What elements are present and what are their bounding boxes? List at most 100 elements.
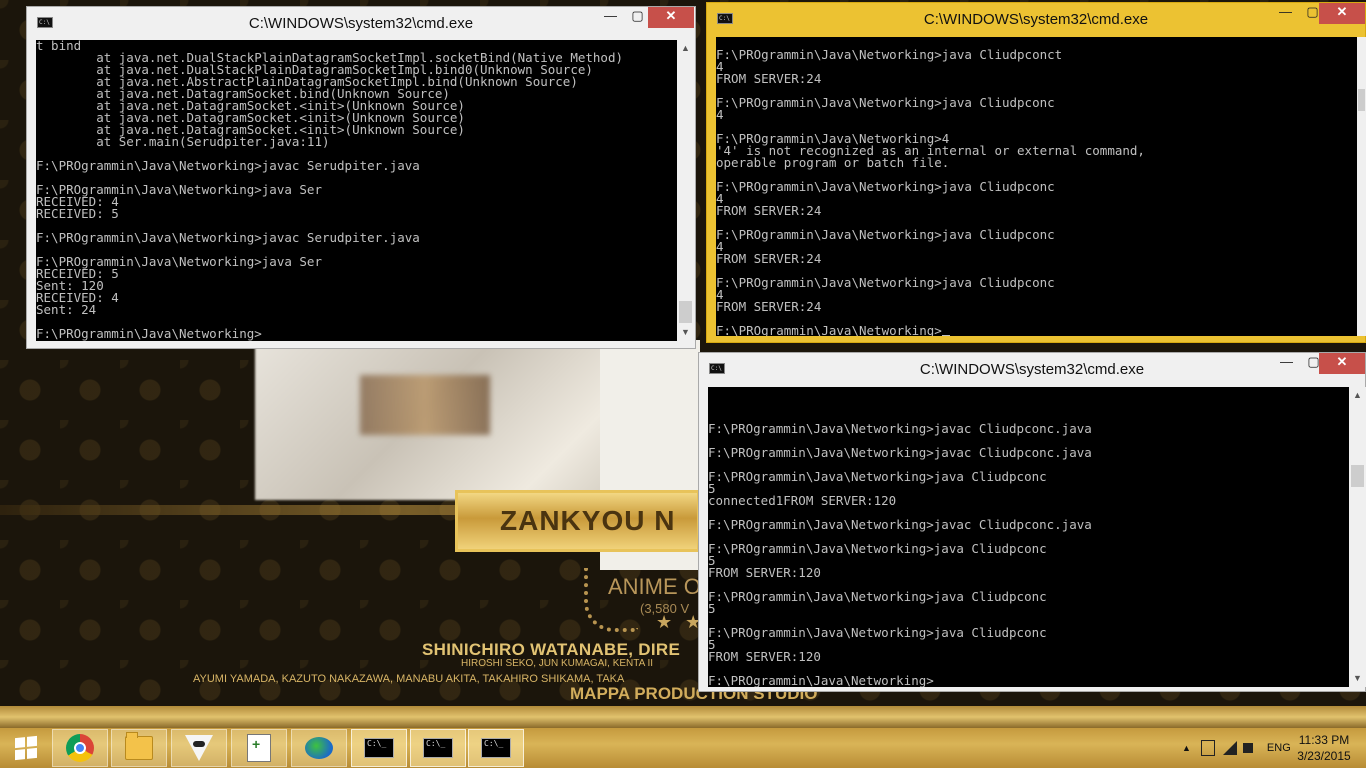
console-line: F:\PROgrammin\Java\Networking>java Cliud… bbox=[708, 625, 1047, 640]
clock-date: 3/23/2015 bbox=[1297, 749, 1351, 763]
console-line: FROM SERVER:120 bbox=[708, 649, 821, 664]
start-button[interactable] bbox=[0, 729, 52, 767]
console-line: F:\PROgrammin\Java\Networking>javac Cliu… bbox=[708, 421, 1092, 436]
wallpaper-title-banner: ZANKYOU N bbox=[455, 490, 700, 552]
minimize-button[interactable]: — bbox=[1272, 3, 1299, 24]
scroll-down-arrow-icon[interactable]: ▼ bbox=[1349, 670, 1366, 687]
scroll-down-arrow-icon[interactable]: ▼ bbox=[677, 324, 694, 341]
console-line: F:\PROgrammin\Java\Networking>javac Seru… bbox=[36, 158, 420, 173]
window-title: C:\WINDOWS\system32\cmd.exe bbox=[248, 15, 474, 32]
minimize-button[interactable]: — bbox=[1273, 353, 1300, 374]
console-line: RECEIVED: 5 bbox=[36, 206, 119, 221]
console-line: F:\PROgrammin\Java\Networking>java Cliud… bbox=[708, 541, 1047, 556]
text-cursor bbox=[941, 335, 950, 336]
notepad-plus-plus-button[interactable] bbox=[231, 729, 287, 767]
console-line: FROM SERVER:120 bbox=[708, 565, 821, 580]
wallpaper-credit-cast: AYUMI YAMADA, KAZUTO NAKAZAWA, MANABU AK… bbox=[193, 673, 625, 685]
folder-icon bbox=[125, 732, 153, 760]
scroll-thumb[interactable] bbox=[1358, 89, 1365, 111]
wallpaper-bottom-band bbox=[0, 706, 1366, 728]
notepad-icon bbox=[247, 734, 271, 762]
console-line: FROM SERVER:24 bbox=[716, 71, 822, 86]
clock-time: 11:33 PM bbox=[1298, 733, 1350, 747]
file-explorer-button[interactable] bbox=[111, 729, 167, 767]
vertical-scrollbar[interactable]: ▲ ▼ bbox=[1349, 387, 1366, 687]
show-hidden-icons-chevron-icon[interactable]: ▲ bbox=[1182, 743, 1191, 753]
console-line: FROM SERVER:24 bbox=[716, 203, 822, 218]
scroll-up-arrow-icon[interactable]: ▲ bbox=[677, 40, 694, 57]
cmd-window-1-button[interactable]: C:\_ bbox=[351, 729, 407, 767]
internet-download-manager-button[interactable] bbox=[291, 729, 347, 767]
wallpaper-credit-writers: HIROSHI SEKO, JUN KUMAGAI, KENTA II bbox=[461, 658, 654, 669]
close-button[interactable]: ✕ bbox=[1319, 3, 1365, 24]
console-line: F:\PROgrammin\Java\Networking>java Cliud… bbox=[708, 589, 1047, 604]
console-line: Sent: 120 bbox=[36, 278, 104, 293]
console-line: FROM SERVER:24 bbox=[716, 251, 822, 266]
console-line: F:\PROgrammin\Java\Networking>javac Seru… bbox=[36, 230, 420, 245]
console-line: connected1FROM SERVER:120 bbox=[708, 493, 897, 508]
console-line: F:\PROgrammin\Java\Networking>java Cliud… bbox=[716, 95, 1055, 110]
window-titlebar[interactable]: C:\ C:\WINDOWS\system32\cmd.exe — ▢ ✕ bbox=[27, 7, 695, 38]
network-signal-icon[interactable] bbox=[1222, 741, 1237, 755]
volume-icon[interactable] bbox=[1242, 743, 1253, 753]
console-line: at Ser.main(Serudpiter.java:11) bbox=[36, 134, 330, 149]
filezilla-button[interactable] bbox=[171, 729, 227, 767]
console-output[interactable]: F:\PROgrammin\Java\Networking>javac Cliu… bbox=[708, 387, 1349, 687]
cmd-icon: C:\_ bbox=[423, 738, 453, 758]
chrome-button[interactable] bbox=[52, 729, 108, 767]
console-line: RECEIVED: 5 bbox=[36, 266, 119, 281]
console-line: F:\PROgrammin\Java\Networking>java Cliud… bbox=[716, 179, 1055, 194]
window-titlebar[interactable]: C:\ C:\WINDOWS\system32\cmd.exe — ▢ ✕ bbox=[699, 353, 1365, 384]
maximize-button[interactable]: ▢ bbox=[624, 7, 651, 28]
console-line: RECEIVED: 4 bbox=[36, 194, 119, 209]
console-line: F:\PROgrammin\Java\Networking>java Cliud… bbox=[716, 227, 1055, 242]
system-tray: ▲ ENG bbox=[1182, 728, 1291, 768]
console-output[interactable]: F:\PROgrammin\Java\Networking>java Cliud… bbox=[716, 37, 1357, 336]
cmd-icon: C:\_ bbox=[481, 738, 511, 758]
console-line: F:\PROgrammin\Java\Networking>javac Cliu… bbox=[708, 517, 1092, 532]
cmd-window-2-button[interactable]: C:\_ bbox=[410, 729, 466, 767]
wallpaper-photo-detail bbox=[360, 375, 490, 435]
close-button[interactable]: ✕ bbox=[1319, 353, 1365, 374]
console-line: FROM SERVER:24 bbox=[716, 299, 822, 314]
taskbar: C:\_ C:\_ C:\_ ▲ ENG 11:33 PM 3/23/2015 bbox=[0, 728, 1366, 768]
wallpaper-credit-director: SHINICHIRO WATANABE, DIRE bbox=[422, 640, 681, 659]
cmd-window-right-bottom[interactable]: C:\ C:\WINDOWS\system32\cmd.exe — ▢ ✕ F:… bbox=[698, 352, 1366, 692]
cmd-icon: C:\_ bbox=[364, 738, 394, 758]
chrome-icon bbox=[66, 734, 94, 762]
globe-download-icon bbox=[305, 737, 333, 759]
window-title: C:\WINDOWS\system32\cmd.exe bbox=[923, 11, 1149, 28]
minimize-button[interactable]: — bbox=[597, 7, 624, 28]
scroll-thumb[interactable] bbox=[1351, 465, 1364, 487]
cmd-window-left[interactable]: C:\ C:\WINDOWS\system32\cmd.exe — ▢ ✕ t … bbox=[26, 6, 696, 349]
close-button[interactable]: ✕ bbox=[648, 7, 694, 28]
cmd-window-right-top[interactable]: C:\ C:\WINDOWS\system32\cmd.exe — ▢ ✕ F:… bbox=[706, 2, 1366, 343]
console-line: F:\PROgrammin\Java\Networking>java Ser bbox=[36, 182, 322, 197]
power-icon[interactable] bbox=[1200, 740, 1215, 756]
scroll-thumb[interactable] bbox=[679, 301, 692, 323]
vertical-scrollbar[interactable] bbox=[1357, 37, 1366, 336]
console-output[interactable]: t bind at java.net.DualStackPlainDatagra… bbox=[36, 40, 677, 341]
console-line: Sent: 24 bbox=[36, 302, 97, 317]
window-title: C:\WINDOWS\system32\cmd.exe bbox=[919, 361, 1145, 378]
console-line: 5 bbox=[708, 601, 716, 616]
windows-logo-icon bbox=[15, 735, 37, 761]
console-line: F:\PROgrammin\Java\Networking> bbox=[708, 673, 934, 687]
console-line: F:\PROgrammin\Java\Networking>java Cliud… bbox=[716, 275, 1055, 290]
language-indicator[interactable]: ENG bbox=[1267, 742, 1291, 754]
scroll-up-arrow-icon[interactable]: ▲ bbox=[1349, 387, 1366, 404]
console-line: 4 bbox=[716, 107, 724, 122]
fox-icon bbox=[185, 735, 213, 761]
cmd-window-3-button[interactable]: C:\_ bbox=[468, 729, 524, 767]
clock[interactable]: 11:33 PM 3/23/2015 bbox=[1294, 732, 1354, 764]
window-titlebar[interactable]: C:\ C:\WINDOWS\system32\cmd.exe — ▢ ✕ bbox=[707, 3, 1365, 34]
console-line: F:\PROgrammin\Java\Networking>javac Cliu… bbox=[708, 445, 1092, 460]
console-line: F:\PROgrammin\Java\Networking>java Cliud… bbox=[708, 469, 1047, 484]
console-line: RECEIVED: 4 bbox=[36, 290, 119, 305]
console-line: F:\PROgrammin\Java\Networking>java Cliud… bbox=[716, 47, 1063, 62]
console-line: F:\PROgrammin\Java\Networking>java Ser bbox=[36, 254, 322, 269]
vertical-scrollbar[interactable]: ▲ ▼ bbox=[677, 40, 694, 341]
console-line: F:\PROgrammin\Java\Networking> bbox=[716, 324, 1357, 336]
